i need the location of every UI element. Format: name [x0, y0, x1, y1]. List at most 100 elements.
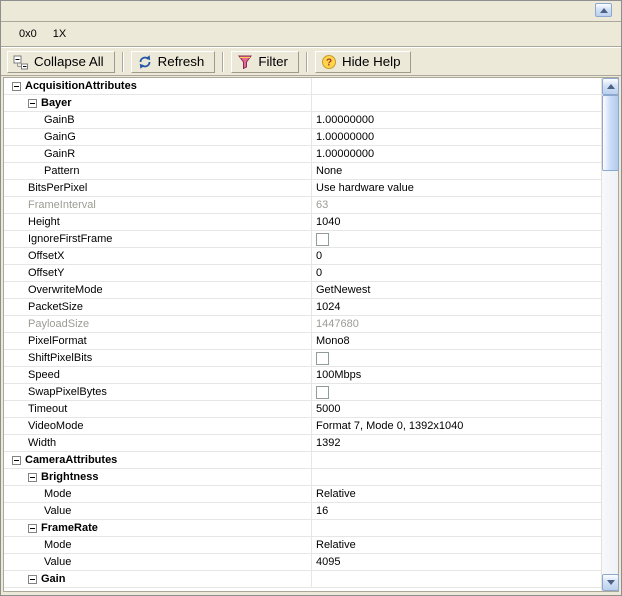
property-value-cell[interactable]: 100Mbps — [312, 367, 601, 383]
property-name-cell[interactable]: AcquisitionAttributes — [4, 78, 312, 94]
property-row[interactable]: VideoMode Format 7, Mode 0, 1392x1040 — [4, 418, 601, 435]
property-row[interactable]: OffsetY 0 — [4, 265, 601, 282]
property-value-cell[interactable] — [312, 520, 601, 536]
property-name-cell[interactable]: Gain — [4, 571, 312, 587]
property-row[interactable]: Timeout 5000 — [4, 401, 601, 418]
property-row[interactable]: FrameRate — [4, 520, 601, 537]
property-row[interactable]: Gain — [4, 571, 601, 588]
property-value-cell[interactable]: 5000 — [312, 401, 601, 417]
collapse-expand-icon[interactable] — [12, 455, 21, 465]
property-name-cell[interactable]: GainB — [4, 112, 312, 128]
property-name-cell[interactable]: Bayer — [4, 95, 312, 111]
checkbox[interactable] — [316, 232, 329, 246]
property-value-cell[interactable]: 1392 — [312, 435, 601, 451]
property-row[interactable]: Height 1040 — [4, 214, 601, 231]
filter-button[interactable]: Filter — [231, 50, 299, 73]
collapse-expand-icon[interactable] — [28, 523, 37, 533]
property-row[interactable]: BitsPerPixel Use hardware value — [4, 180, 601, 197]
property-row[interactable]: ShiftPixelBits — [4, 350, 601, 367]
property-name-cell[interactable]: GainG — [4, 129, 312, 145]
property-row[interactable]: GainR 1.00000000 — [4, 146, 601, 163]
property-row[interactable]: CameraAttributes — [4, 452, 601, 469]
property-row[interactable]: PacketSize 1024 — [4, 299, 601, 316]
property-name-cell[interactable]: BitsPerPixel — [4, 180, 312, 196]
checkbox[interactable] — [316, 351, 329, 365]
property-value-cell[interactable]: 1024 — [312, 299, 601, 315]
property-row[interactable]: GainG 1.00000000 — [4, 129, 601, 146]
property-value-cell[interactable]: Format 7, Mode 0, 1392x1040 — [312, 418, 601, 434]
property-name-cell[interactable]: Width — [4, 435, 312, 451]
property-value-cell[interactable]: 1.00000000 — [312, 146, 601, 162]
property-name-cell[interactable]: OverwriteMode — [4, 282, 312, 298]
collapse-expand-icon[interactable] — [28, 574, 37, 584]
property-name-cell[interactable]: Value — [4, 554, 312, 570]
property-name-cell[interactable]: Value — [4, 503, 312, 519]
hide-help-button[interactable]: ? Hide Help — [314, 50, 412, 73]
property-name-cell[interactable]: Mode — [4, 537, 312, 553]
collapse-expand-icon[interactable] — [12, 81, 21, 91]
scrollbar-down-button[interactable] — [602, 574, 619, 591]
property-value-cell[interactable]: 4095 — [312, 554, 601, 570]
property-row[interactable]: OverwriteMode GetNewest — [4, 282, 601, 299]
property-value-cell[interactable]: None — [312, 163, 601, 179]
property-value-cell[interactable]: Relative — [312, 537, 601, 553]
property-row[interactable]: Mode Relative — [4, 537, 601, 554]
property-name-cell[interactable]: Timeout — [4, 401, 312, 417]
property-row[interactable]: Bayer — [4, 95, 601, 112]
property-value-cell[interactable]: GetNewest — [312, 282, 601, 298]
property-value-cell[interactable] — [312, 231, 601, 247]
property-row[interactable]: Value 16 — [4, 503, 601, 520]
property-name-cell[interactable]: PixelFormat — [4, 333, 312, 349]
property-name-cell[interactable]: OffsetX — [4, 248, 312, 264]
property-value-cell[interactable] — [312, 469, 601, 485]
property-value-cell[interactable]: 1.00000000 — [312, 112, 601, 128]
property-value-cell[interactable]: 0 — [312, 248, 601, 264]
scroll-up-button[interactable] — [595, 3, 612, 17]
property-name-cell[interactable]: PayloadSize — [4, 316, 312, 332]
property-name-cell[interactable]: ShiftPixelBits — [4, 350, 312, 366]
property-value-cell[interactable]: 1040 — [312, 214, 601, 230]
property-row[interactable]: GainB 1.00000000 — [4, 112, 601, 129]
collapse-expand-icon[interactable] — [28, 98, 37, 108]
property-row[interactable]: Value 4095 — [4, 554, 601, 571]
collapse-all-button[interactable]: Collapse All — [7, 50, 115, 73]
property-value-cell[interactable]: 16 — [312, 503, 601, 519]
property-name-cell[interactable]: Mode — [4, 486, 312, 502]
property-row[interactable]: IgnoreFirstFrame — [4, 231, 601, 248]
property-value-cell[interactable]: Mono8 — [312, 333, 601, 349]
property-name-cell[interactable]: IgnoreFirstFrame — [4, 231, 312, 247]
property-value-cell[interactable]: 1.00000000 — [312, 129, 601, 145]
vertical-scrollbar[interactable] — [601, 78, 619, 591]
property-row[interactable]: AcquisitionAttributes — [4, 78, 601, 95]
property-row[interactable]: Brightness — [4, 469, 601, 486]
property-name-cell[interactable]: FrameInterval — [4, 197, 312, 213]
property-name-cell[interactable]: Speed — [4, 367, 312, 383]
property-value-cell[interactable]: Relative — [312, 486, 601, 502]
property-row[interactable]: SwapPixelBytes — [4, 384, 601, 401]
property-value-cell[interactable] — [312, 350, 601, 366]
property-row[interactable]: Speed 100Mbps — [4, 367, 601, 384]
scrollbar-thumb[interactable] — [602, 95, 619, 171]
property-value-cell[interactable] — [312, 452, 601, 468]
property-row[interactable]: Mode Relative — [4, 486, 601, 503]
property-value-cell[interactable] — [312, 78, 601, 94]
property-row[interactable]: OffsetX 0 — [4, 248, 601, 265]
property-name-cell[interactable]: SwapPixelBytes — [4, 384, 312, 400]
property-row[interactable]: Width 1392 — [4, 435, 601, 452]
property-name-cell[interactable]: PacketSize — [4, 299, 312, 315]
property-name-cell[interactable]: Height — [4, 214, 312, 230]
property-row[interactable]: PixelFormat Mono8 — [4, 333, 601, 350]
property-name-cell[interactable]: OffsetY — [4, 265, 312, 281]
property-name-cell[interactable]: Brightness — [4, 469, 312, 485]
property-row[interactable]: PayloadSize 1447680 — [4, 316, 601, 333]
property-value-cell[interactable]: 63 — [312, 197, 601, 213]
collapse-expand-icon[interactable] — [28, 472, 37, 482]
property-value-cell[interactable]: Use hardware value — [312, 180, 601, 196]
scrollbar-up-button[interactable] — [602, 78, 619, 95]
property-name-cell[interactable]: FrameRate — [4, 520, 312, 536]
property-value-cell[interactable]: 1447680 — [312, 316, 601, 332]
property-name-cell[interactable]: GainR — [4, 146, 312, 162]
property-row[interactable]: FrameInterval 63 — [4, 197, 601, 214]
checkbox[interactable] — [316, 385, 329, 399]
refresh-button[interactable]: Refresh — [130, 50, 216, 73]
